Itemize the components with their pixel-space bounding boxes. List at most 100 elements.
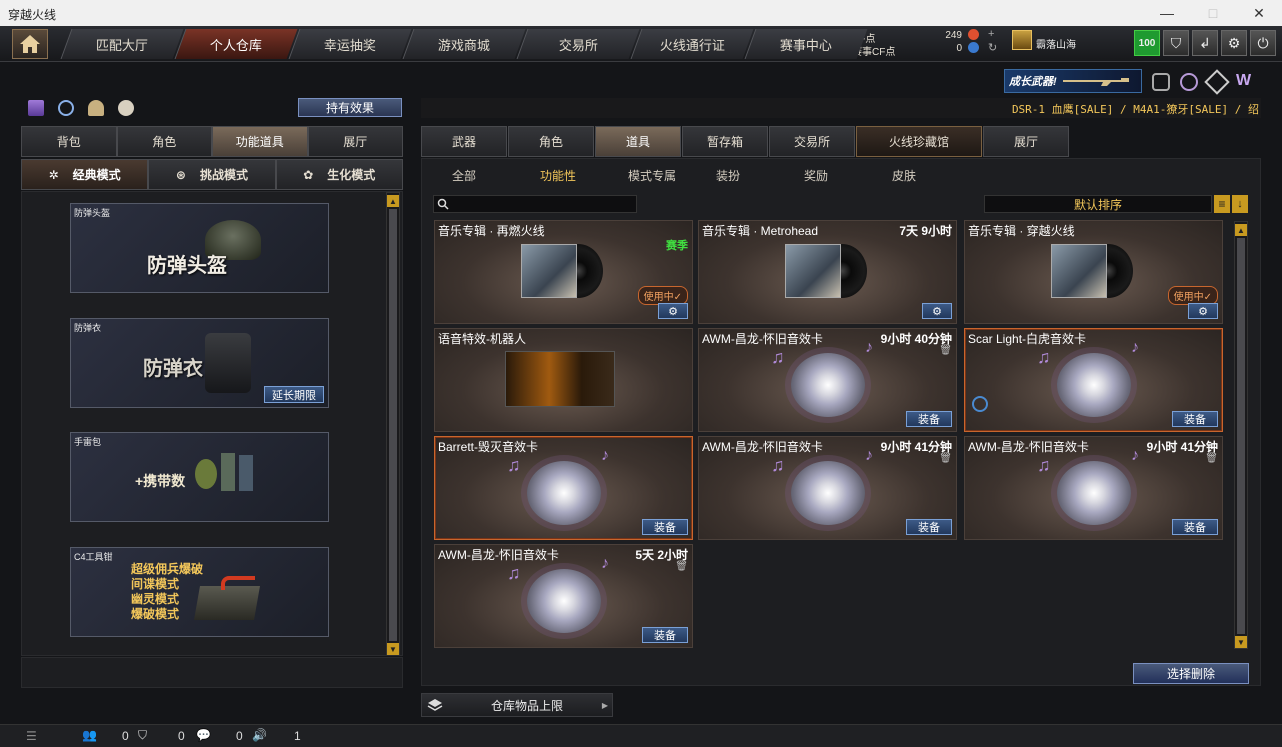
search-input[interactable] — [453, 198, 633, 210]
item-settings-button[interactable]: ⚙ — [1188, 303, 1218, 319]
bag-icon[interactable] — [118, 100, 134, 116]
settings-gear-icon[interactable]: ⚙ — [1221, 30, 1247, 56]
level-badge[interactable]: 100 — [1134, 30, 1160, 56]
trash-icon[interactable]: 🗑 — [939, 453, 952, 464]
scroll-thumb[interactable] — [389, 209, 397, 641]
growth-weapon-banner[interactable]: 成长武器! — [1004, 69, 1142, 93]
event-v-icon[interactable] — [1152, 73, 1170, 91]
trash-icon[interactable]: 🗑 — [1205, 453, 1218, 464]
right-tab[interactable]: 角色 — [508, 126, 594, 157]
select-delete-button[interactable]: 选择删除 — [1133, 663, 1249, 684]
item-settings-button[interactable]: ⚙ — [922, 303, 952, 319]
sort-order-icon[interactable]: ↓ — [1232, 195, 1248, 213]
event-star-icon[interactable] — [1204, 69, 1230, 95]
item-settings-button[interactable]: ⚙ — [658, 303, 688, 319]
capacity-bar[interactable]: 仓库物品上限 ▶ — [421, 693, 613, 717]
right-tab[interactable]: 展厅 — [983, 126, 1069, 157]
nav-tab[interactable]: 游戏商城 — [402, 29, 526, 59]
search-box[interactable] — [433, 195, 637, 213]
slot-grenade-pack[interactable]: 手雷包 +携带数 — [70, 432, 329, 522]
mode-tab[interactable]: ✲ 经典模式 — [21, 159, 149, 190]
trash-icon[interactable]: 🗑 — [939, 345, 952, 356]
trash-icon[interactable]: 🗑 — [675, 561, 688, 572]
list-view-icon[interactable]: ≡ — [1214, 195, 1230, 213]
equip-button[interactable]: 装备 — [906, 519, 952, 535]
inventory-item[interactable]: AWM-昌龙-怀旧音效卡 9小时 41分钟 ♫ ♪ 🗑 装备 — [964, 436, 1223, 540]
scroll-up-icon[interactable]: ▲ — [387, 195, 399, 207]
home-button[interactable] — [12, 29, 48, 59]
power-icon[interactable]: ⏻ — [1250, 30, 1276, 56]
event-w-icon[interactable]: W — [1236, 72, 1251, 90]
chat-icon[interactable]: 💬 — [196, 728, 211, 742]
history-icon[interactable] — [58, 100, 74, 116]
mode-tab[interactable]: ✿ 生化模式 — [275, 159, 403, 190]
inventory-item[interactable]: AWM-昌龙-怀旧音效卡 9小时 40分钟 ♫ ♪ 🗑 装备 — [698, 328, 957, 432]
shield-icon[interactable]: ⛉ — [1163, 30, 1189, 56]
minimize-button[interactable]: — — [1144, 0, 1190, 26]
character-icon[interactable] — [88, 100, 104, 116]
nav-tab[interactable]: 幸运抽奖 — [288, 29, 412, 59]
equip-button[interactable]: 装备 — [642, 519, 688, 535]
mode-tab[interactable]: ⊛ 挑战模式 — [148, 159, 276, 190]
return-icon[interactable]: ↲ — [1192, 30, 1218, 56]
music-note-icon: ♪ — [865, 339, 873, 356]
nav-tab[interactable]: 匹配大厅 — [60, 29, 184, 59]
sub-tab[interactable]: 皮肤 — [892, 167, 916, 184]
event-globe-icon[interactable] — [1180, 73, 1198, 91]
stats-icon[interactable] — [28, 100, 44, 116]
menu-list-icon[interactable]: ☰ — [26, 729, 37, 743]
nav-tab[interactable]: 交易所 — [516, 29, 640, 59]
right-tab[interactable]: 暂存箱 — [682, 126, 768, 157]
inventory-item[interactable]: Barrett-毁灭音效卡 ♫ ♪ 装备 — [434, 436, 693, 540]
sound-card-disc-icon — [527, 569, 601, 633]
nav-tab[interactable]: 个人仓库 — [174, 29, 298, 59]
right-tab[interactable]: 武器 — [421, 126, 507, 157]
inventory-scrollbar[interactable]: ▲ ▼ — [1234, 221, 1248, 649]
left-scrollbar[interactable]: ▲ ▼ — [386, 192, 400, 655]
nav-tab[interactable]: 赛事中心 — [744, 29, 868, 59]
sub-tab[interactable]: 功能性 — [540, 167, 576, 184]
sub-tab[interactable]: 装扮 — [716, 167, 740, 184]
speaker-icon[interactable]: 🔊 — [252, 728, 267, 742]
nav-tab[interactable]: 火线通行证 — [630, 29, 754, 59]
left-tab[interactable]: 功能道具 — [212, 126, 308, 157]
scroll-up-icon[interactable]: ▲ — [1235, 224, 1247, 236]
sub-tab[interactable]: 全部 — [452, 167, 476, 184]
slot-helmet[interactable]: 防弹头盔 防弹头盔 — [70, 203, 329, 293]
inventory-item[interactable]: 语音特效-机器人 — [434, 328, 693, 432]
inventory-item[interactable]: AWM-昌龙-怀旧音效卡 9小时 41分钟 ♫ ♪ 🗑 装备 — [698, 436, 957, 540]
sub-tab[interactable]: 模式专属 — [628, 167, 676, 184]
right-tab[interactable]: 道具 — [595, 126, 681, 157]
refresh-icon[interactable]: ↻ — [988, 41, 997, 54]
close-button[interactable]: ✕ — [1236, 0, 1282, 26]
hold-effect-button[interactable]: 持有效果 — [298, 98, 402, 117]
equip-button[interactable]: 装备 — [1172, 519, 1218, 535]
left-tab[interactable]: 展厅 — [307, 126, 403, 157]
extend-period-button[interactable]: 延长期限 — [264, 386, 324, 403]
equip-button[interactable]: 装备 — [906, 411, 952, 427]
left-tab[interactable]: 背包 — [21, 126, 117, 157]
shield-status-icon[interactable]: ⛉ — [138, 728, 147, 743]
sort-dropdown[interactable]: 默认排序 — [984, 195, 1212, 213]
inventory-item[interactable]: 音乐专辑 · Metrohead 7天 9小时 ⚙ — [698, 220, 957, 324]
friends-icon[interactable]: 👥 — [82, 728, 97, 742]
scroll-down-icon[interactable]: ▼ — [387, 643, 399, 655]
recharge-plus-icon[interactable]: + — [988, 28, 994, 40]
inventory-item[interactable]: 音乐专辑 · 再燃火线 赛季 使用中✓ ⚙ — [434, 220, 693, 324]
inventory-item[interactable]: Scar Light-白虎音效卡 ♫ ♪ 装备 — [964, 328, 1223, 432]
inventory-item[interactable]: AWM-昌龙-怀旧音效卡 5天 2小时 ♫ ♪ 🗑 装备 — [434, 544, 693, 648]
right-tab[interactable]: 交易所 — [769, 126, 855, 157]
scroll-thumb[interactable] — [1237, 238, 1245, 634]
inventory-item[interactable]: 音乐专辑 · 穿越火线 使用中✓ ⚙ — [964, 220, 1223, 324]
sub-tab[interactable]: 奖励 — [804, 167, 828, 184]
equip-button[interactable]: 装备 — [1172, 411, 1218, 427]
maximize-button[interactable]: □ — [1190, 0, 1236, 26]
equip-button[interactable]: 装备 — [642, 627, 688, 643]
slot-c4-pliers[interactable]: C4工具钳 超级佣兵爆破 间谍模式 幽灵模式 爆破模式 — [70, 547, 329, 637]
music-note-icon: ♪ — [865, 447, 873, 464]
scroll-down-icon[interactable]: ▼ — [1235, 636, 1247, 648]
right-tab[interactable]: 火线珍藏馆 — [856, 126, 982, 157]
left-tab[interactable]: 角色 — [116, 126, 212, 157]
username[interactable]: 霸落山海 — [1036, 36, 1076, 51]
slot-vest[interactable]: 防弹衣 防弹衣 延长期限 — [70, 318, 329, 408]
